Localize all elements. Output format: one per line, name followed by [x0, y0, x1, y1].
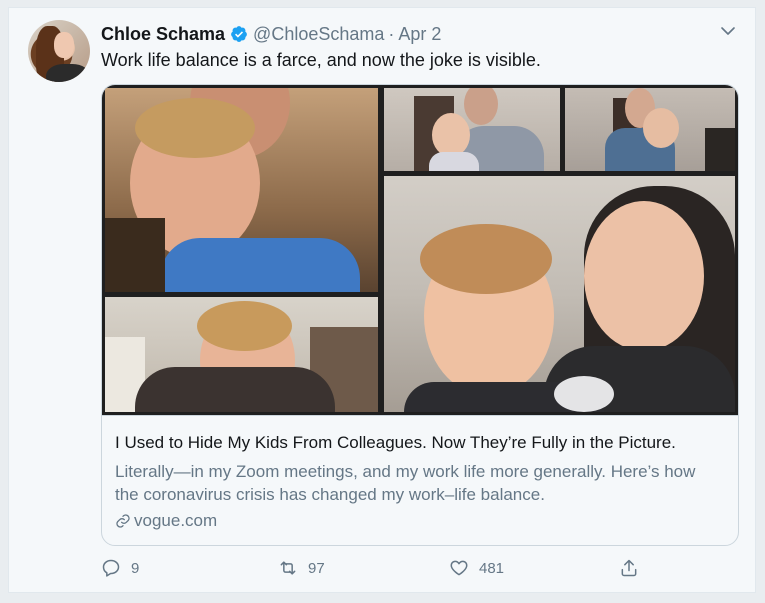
card-domain-text: vogue.com [134, 511, 218, 530]
verified-badge-icon [231, 26, 247, 42]
tweet[interactable]: Chloe Schama @ChloeSchama · Apr 2 Work l… [8, 7, 756, 593]
video-tile [384, 176, 735, 412]
retweet-icon [280, 561, 296, 575]
card-description: Literally—in my Zoom meetings, and my wo… [115, 462, 696, 504]
card-image[interactable] [102, 85, 738, 415]
avatar[interactable] [28, 20, 90, 82]
like-count: 481 [479, 559, 505, 577]
video-tile [105, 88, 378, 292]
retweet-button[interactable]: 97 [278, 558, 325, 578]
video-tile [105, 297, 378, 412]
share-button[interactable] [619, 558, 649, 578]
like-button[interactable]: 481 [449, 558, 504, 578]
reply-count: 9 [131, 559, 140, 577]
reply-button[interactable]: 9 [101, 558, 139, 578]
card-domain: vogue.com [115, 511, 217, 531]
author-name[interactable]: Chloe Schama [101, 24, 225, 45]
video-tile [384, 88, 560, 171]
author-handle[interactable]: @ChloeSchama [253, 24, 384, 45]
tweet-header: Chloe Schama @ChloeSchama · Apr 2 [101, 22, 441, 46]
chevron-down-icon[interactable] [719, 22, 737, 40]
heart-icon [450, 560, 468, 576]
link-icon [116, 514, 130, 528]
tweet-date[interactable]: Apr 2 [398, 24, 441, 45]
link-card[interactable]: I Used to Hide My Kids From Colleagues. … [101, 84, 739, 546]
reply-icon [102, 559, 120, 577]
card-title: I Used to Hide My Kids From Colleagues. … [115, 433, 676, 452]
retweet-count: 97 [308, 559, 325, 577]
tweet-text: Work life balance is a farce, and now th… [101, 50, 541, 70]
separator: · [388, 23, 395, 44]
card-body[interactable]: I Used to Hide My Kids From Colleagues. … [102, 415, 738, 545]
tweet-actions: 9 97 481 [101, 558, 741, 584]
video-tile [565, 88, 735, 171]
share-icon [621, 559, 637, 577]
